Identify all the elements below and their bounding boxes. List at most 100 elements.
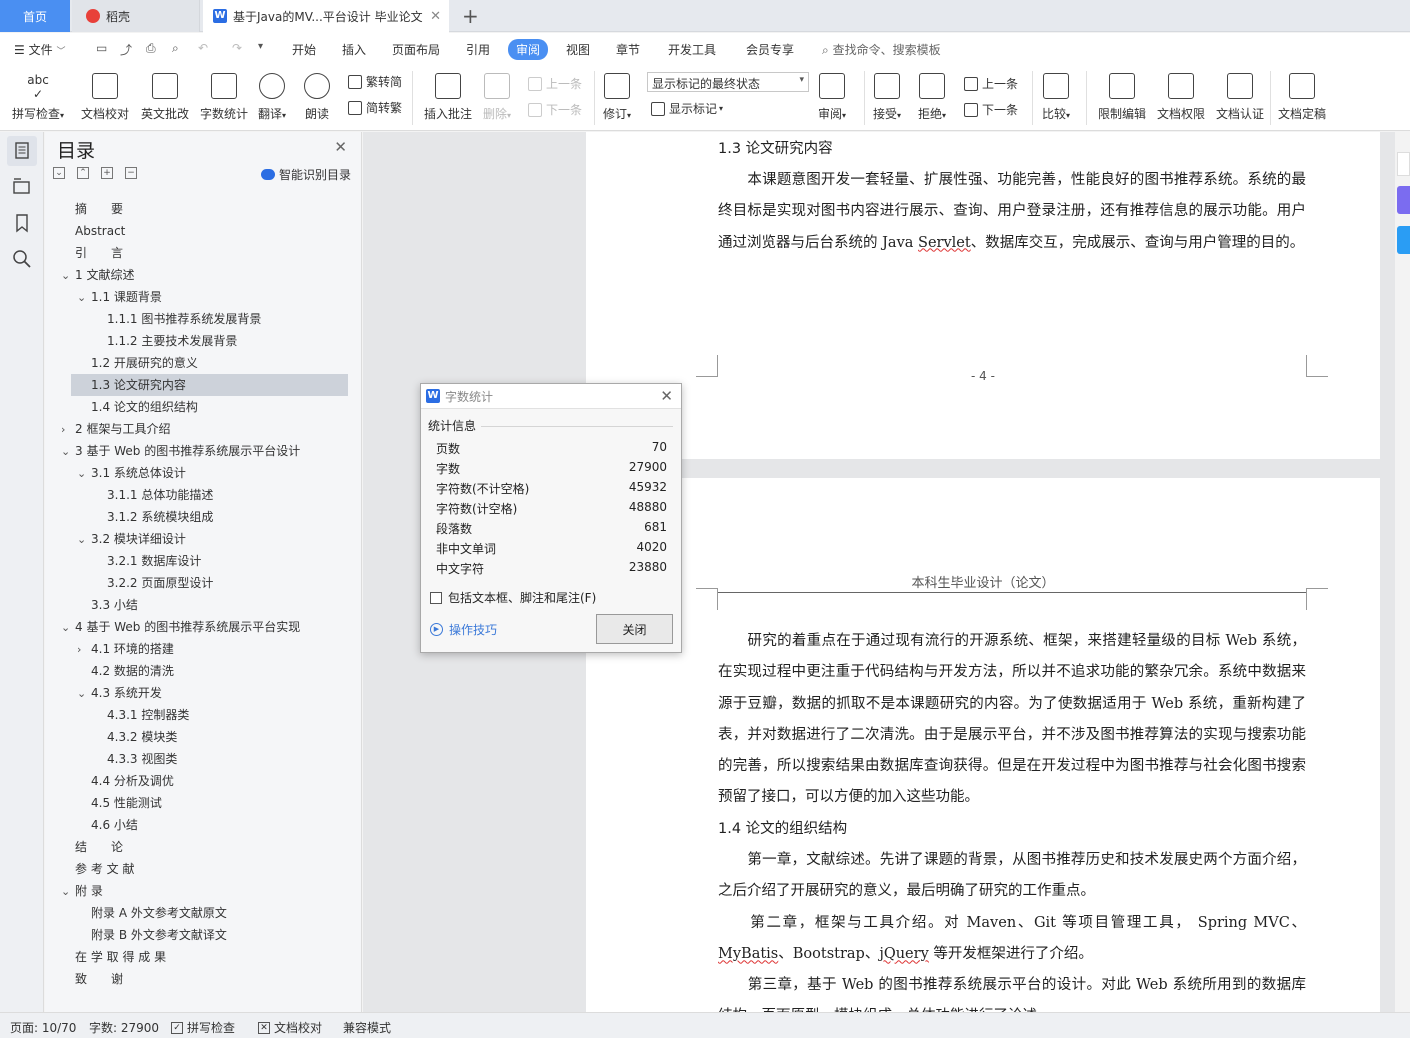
doc-certify-button[interactable]: 文档认证 bbox=[1216, 69, 1264, 122]
menu-view[interactable]: 视图 bbox=[566, 41, 590, 58]
command-search[interactable]: ⌕ 查找命令、搜索模板 bbox=[822, 41, 941, 58]
new-tab-icon[interactable]: + bbox=[462, 4, 479, 28]
save-icon[interactable]: ▭ bbox=[96, 41, 107, 55]
menu-chapter[interactable]: 章节 bbox=[616, 41, 640, 58]
markup-state-select[interactable]: 显示标记的最终状态 ▾ bbox=[647, 72, 809, 92]
compare-button[interactable]: 比较▾ bbox=[1042, 69, 1070, 122]
chevron-down-icon[interactable]: ⌄ bbox=[77, 683, 91, 705]
close-icon[interactable]: ✕ bbox=[660, 387, 673, 405]
toc-item[interactable]: ⌄ 3.1 系统总体设计 bbox=[45, 462, 361, 484]
toc-item[interactable]: 摘 要 bbox=[45, 198, 361, 220]
toc-item[interactable]: 4.3.3 视图类 bbox=[45, 748, 361, 770]
smart-toc-button[interactable]: 智能识别目录 bbox=[260, 166, 351, 183]
print-icon[interactable]: ⎙ bbox=[146, 41, 156, 56]
word-count-indicator[interactable]: 字数: 27900 bbox=[89, 1019, 159, 1036]
toc-item[interactable]: 3.1.1 总体功能描述 bbox=[45, 484, 361, 506]
print-preview-icon[interactable]: ⌕ bbox=[172, 41, 179, 56]
toc-item[interactable]: 1.1.1 图书推荐系统发展背景 bbox=[45, 308, 361, 330]
chevron-down-icon[interactable]: ⌄ bbox=[77, 529, 91, 551]
menu-insert[interactable]: 插入 bbox=[342, 41, 366, 58]
export-icon[interactable]: ⤴ bbox=[120, 41, 132, 58]
tab-document[interactable]: W 基于Java的MV...平台设计 毕业论文 ✕ bbox=[203, 0, 449, 33]
collapse-all-icon[interactable]: ⌄ bbox=[53, 167, 65, 179]
remove-heading-icon[interactable]: − bbox=[125, 167, 137, 179]
toc-item[interactable]: 附录 B 外文参考文献译文 bbox=[45, 924, 361, 946]
trad-to-simp-button[interactable]: 繁转简 bbox=[348, 73, 402, 90]
toc-item[interactable]: ⌄ 3.2 模块详细设计 bbox=[45, 528, 361, 550]
prev-comment-button[interactable]: 上一条 bbox=[528, 75, 582, 92]
read-aloud-button[interactable]: 朗读 bbox=[304, 69, 330, 122]
toc-item[interactable]: 1.2 开展研究的意义 bbox=[45, 352, 361, 374]
toc-item[interactable]: 附录 A 外文参考文献原文 bbox=[45, 902, 361, 924]
toc-item[interactable]: 4.3.1 控制器类 bbox=[45, 704, 361, 726]
include-textbox-checkbox[interactable]: 包括文本框、脚注和尾注(F) bbox=[430, 589, 596, 606]
toc-item[interactable]: 1.3 论文研究内容 bbox=[71, 374, 348, 396]
menu-devtools[interactable]: 开发工具 bbox=[668, 41, 716, 58]
review-pane-button[interactable]: 审阅▾ bbox=[818, 69, 846, 122]
toc-item[interactable]: 致 谢 bbox=[45, 968, 361, 990]
menu-review[interactable]: 审阅 bbox=[508, 39, 549, 60]
doc-proof-button[interactable]: 文档校对 bbox=[81, 69, 129, 122]
toc-item[interactable]: 3.2.1 数据库设计 bbox=[45, 550, 361, 572]
doc-finalize-button[interactable]: 文档定稿 bbox=[1278, 69, 1326, 122]
toc-item[interactable]: 4.3.2 模块类 bbox=[45, 726, 361, 748]
bookmark-icon[interactable] bbox=[11, 212, 33, 234]
insert-comment-button[interactable]: 插入批注 bbox=[424, 69, 472, 122]
toc-item[interactable]: 在 学 取 得 成 果 bbox=[45, 946, 361, 968]
spellcheck-button[interactable]: abc ✓ 拼写检查▾ bbox=[12, 69, 64, 122]
toc-item[interactable]: 4.6 小结 bbox=[45, 814, 361, 836]
toc-item[interactable]: ⌄ 1 文献综述 bbox=[45, 264, 361, 286]
delete-comment-button[interactable]: 删除▾ bbox=[483, 69, 511, 122]
toc-item[interactable]: 3.1.2 系统模块组成 bbox=[45, 506, 361, 528]
word-count-button[interactable]: 字数统计 bbox=[200, 69, 248, 122]
toc-item[interactable]: 4.4 分析及调优 bbox=[45, 770, 361, 792]
chevron-down-icon[interactable]: ⌄ bbox=[61, 617, 75, 639]
close-icon[interactable]: ✕ bbox=[334, 138, 347, 156]
toc-item[interactable]: ⌄ 附 录 bbox=[45, 880, 361, 902]
next-comment-button[interactable]: 下一条 bbox=[528, 101, 582, 118]
toc-item[interactable]: 4.5 性能测试 bbox=[45, 792, 361, 814]
chevron-down-icon[interactable]: ⌄ bbox=[61, 881, 75, 903]
next-change-button[interactable]: 下一条 bbox=[964, 101, 1018, 118]
toc-item[interactable]: 3.3 小结 bbox=[45, 594, 361, 616]
track-changes-button[interactable]: 修订▾ bbox=[603, 69, 631, 122]
quick-access-dropdown-icon[interactable]: ▾ bbox=[258, 41, 263, 52]
toc-item[interactable]: 参 考 文 献 bbox=[45, 858, 361, 880]
ai-assistant-icon[interactable] bbox=[1397, 186, 1410, 214]
toc-item[interactable]: › 2 框架与工具介绍 bbox=[45, 418, 361, 440]
tips-link[interactable]: ▶ 操作技巧 bbox=[430, 621, 497, 638]
chapter-nav-icon[interactable] bbox=[11, 176, 33, 198]
eng-grade-button[interactable]: 英文批改 bbox=[141, 69, 189, 122]
translate-button[interactable]: 翻译▾ bbox=[258, 69, 286, 122]
file-menu[interactable]: ☰ 文件 ﹀ bbox=[14, 41, 65, 58]
tab-home[interactable]: 首页 bbox=[0, 0, 70, 32]
dialog-titlebar[interactable]: W 字数统计 ✕ bbox=[421, 384, 681, 409]
tab-daoke[interactable]: 稻壳 bbox=[72, 0, 200, 32]
toc-item[interactable]: ⌄ 4 基于 Web 的图书推荐系统展示平台实现 bbox=[45, 616, 361, 638]
find-icon[interactable] bbox=[11, 248, 33, 270]
toc-item[interactable]: 3.2.2 页面原型设计 bbox=[45, 572, 361, 594]
simp-to-trad-button[interactable]: 简转繁 bbox=[348, 99, 402, 116]
toc-item[interactable]: 结 论 bbox=[45, 836, 361, 858]
toc-item[interactable]: 1.1.2 主要技术发展背景 bbox=[45, 330, 361, 352]
toc-item[interactable]: ⌄ 4.3 系统开发 bbox=[45, 682, 361, 704]
toc-item[interactable]: ⌄ 1.1 课题背景 bbox=[45, 286, 361, 308]
show-markup-button[interactable]: 显示标记 ▾ bbox=[651, 100, 723, 117]
toc-item[interactable]: 引 言 bbox=[45, 242, 361, 264]
chevron-down-icon[interactable]: ⌄ bbox=[77, 463, 91, 485]
panel-tab-icon[interactable] bbox=[1397, 152, 1410, 176]
menu-member[interactable]: 会员专享 bbox=[746, 41, 794, 58]
chevron-down-icon[interactable]: ⌄ bbox=[61, 441, 75, 463]
status-spellcheck[interactable]: ✓ 拼写检查 bbox=[171, 1019, 235, 1036]
share-icon[interactable] bbox=[1397, 226, 1410, 254]
menu-reference[interactable]: 引用 bbox=[466, 41, 490, 58]
accept-button[interactable]: 接受▾ bbox=[873, 69, 901, 122]
toc-item[interactable]: 4.2 数据的清洗 bbox=[45, 660, 361, 682]
chevron-right-icon[interactable]: › bbox=[61, 419, 75, 441]
redo-icon[interactable]: ↷ bbox=[232, 41, 242, 55]
menu-layout[interactable]: 页面布局 bbox=[392, 41, 440, 58]
doc-permission-button[interactable]: 文档权限 bbox=[1157, 69, 1205, 122]
undo-icon[interactable]: ↶ bbox=[198, 41, 208, 55]
reject-button[interactable]: 拒绝▾ bbox=[918, 69, 946, 122]
toc-item[interactable]: Abstract bbox=[45, 220, 361, 242]
